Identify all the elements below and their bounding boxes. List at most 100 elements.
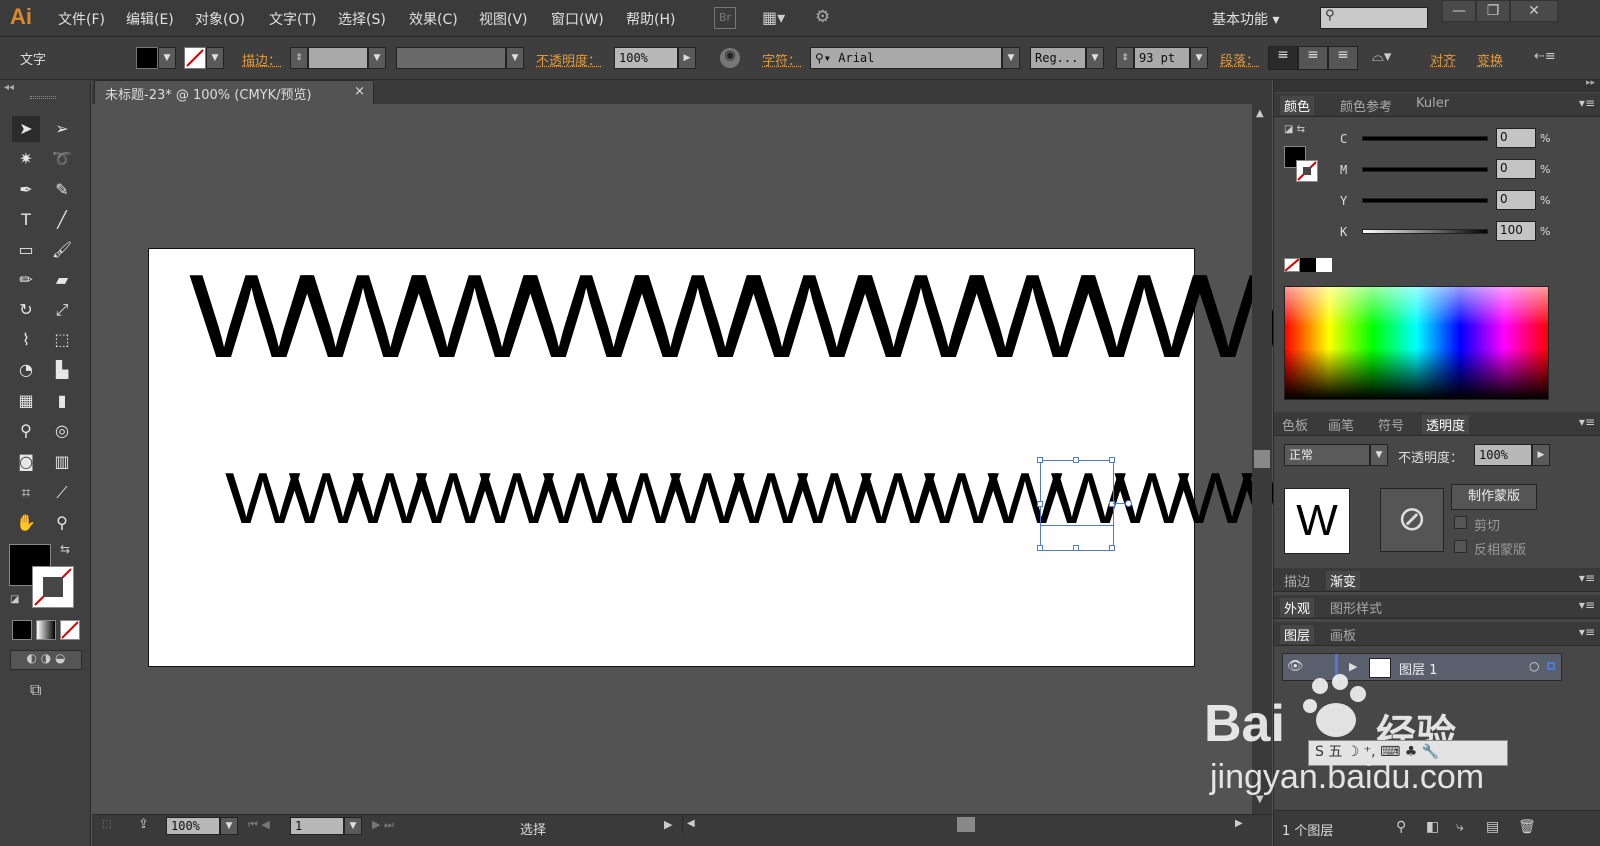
artboard-nav-icon[interactable]: ⬚ — [102, 819, 126, 833]
align-right-icon[interactable]: ≡ — [1328, 46, 1358, 70]
arrange-documents-icon[interactable]: ▦▾ — [762, 8, 796, 28]
quick-swatches[interactable] — [1284, 258, 1332, 272]
channel-c-slider[interactable] — [1362, 136, 1488, 141]
horizontal-scrollbar[interactable]: ◀ ▶ — [682, 815, 1252, 835]
channel-y-value[interactable]: 0 — [1496, 190, 1536, 210]
appearance-menu-icon[interactable]: ▾≡ — [1579, 598, 1595, 612]
transparency-opacity-field[interactable]: 100% — [1474, 444, 1532, 466]
handle-bottom-right[interactable] — [1109, 545, 1115, 551]
channel-y-slider[interactable] — [1362, 198, 1488, 203]
transform-link[interactable]: 变换 — [1477, 50, 1503, 69]
clip-checkbox[interactable] — [1454, 516, 1467, 529]
menu-object[interactable]: 对象(O) — [195, 9, 245, 29]
selection-indicator[interactable] — [1547, 662, 1555, 670]
transparency-menu-icon[interactable]: ▾≡ — [1579, 415, 1595, 429]
tab-graphic-styles[interactable]: 图形样式 — [1330, 598, 1382, 617]
delete-layer-icon[interactable]: 🗑 — [1518, 819, 1536, 835]
fill-dropdown[interactable]: ▼ — [158, 47, 176, 69]
tab-stroke[interactable]: 描边 — [1284, 571, 1310, 590]
gradient-tool-icon[interactable]: ▮ — [48, 388, 76, 414]
tab-appearance[interactable]: 外观 — [1280, 598, 1315, 617]
handle-bottom[interactable] — [1073, 545, 1079, 551]
menu-window[interactable]: 窗口(W) — [551, 9, 604, 29]
selection-bounding-box[interactable] — [1037, 457, 1132, 551]
swap-colors-icon[interactable]: ⇆ — [60, 542, 70, 556]
first-artboard-icon[interactable]: ⏮ ◀ — [248, 818, 270, 832]
stroke-color-box[interactable] — [32, 566, 74, 608]
close-tab-icon[interactable]: × — [354, 84, 365, 99]
blend-mode-select[interactable]: 正常 — [1284, 444, 1370, 466]
gradient-mode-icon[interactable] — [36, 620, 56, 640]
default-colors-icon[interactable]: ◪ — [10, 594, 19, 605]
menu-help[interactable]: 帮助(H) — [626, 9, 675, 29]
menu-edit[interactable]: 编辑(E) — [126, 9, 174, 29]
tab-symbols[interactable]: 符号 — [1378, 415, 1404, 434]
font-family-dropdown[interactable]: ▼ — [1002, 47, 1020, 69]
tab-color-guide[interactable]: 颜色参考 — [1340, 96, 1392, 115]
channel-m-value[interactable]: 0 — [1496, 159, 1536, 179]
free-transform-icon[interactable]: ⬚ — [48, 327, 76, 353]
stroke-weight-stepper[interactable]: ⇕ — [290, 47, 308, 69]
eyedropper-tool-icon[interactable]: ⚲ — [12, 418, 40, 444]
zoom-dropdown[interactable]: ▼ — [220, 817, 238, 835]
slice-tool-icon[interactable]: ⟋ — [48, 480, 76, 506]
make-mask-button[interactable]: 制作蒙版 — [1451, 484, 1537, 510]
none-swatch-icon[interactable] — [1284, 258, 1300, 272]
blend-tool-icon[interactable]: ◎ — [48, 418, 76, 444]
menu-view[interactable]: 视图(V) — [479, 9, 528, 29]
paintbrush-tool-icon[interactable]: 🖌 — [48, 237, 76, 263]
black-swatch[interactable] — [1300, 258, 1316, 272]
restore-button[interactable]: ❐ — [1476, 0, 1510, 22]
stroke-link[interactable]: 描边： — [242, 50, 281, 69]
collapse-icon[interactable]: ◂◂ — [4, 82, 14, 93]
blend-mode-dropdown[interactable]: ▼ — [1370, 444, 1388, 466]
scale-tool-icon[interactable]: ⤢ — [48, 297, 76, 323]
drawing-modes-icon[interactable]: ◐ ◑ ◒ — [10, 650, 82, 670]
workspace-switcher[interactable]: 基本功能 ▾ — [1212, 9, 1279, 29]
align-link[interactable]: 对齐 — [1430, 50, 1456, 69]
handle-top-right[interactable] — [1109, 457, 1115, 463]
tab-gradient[interactable]: 渐变 — [1326, 571, 1361, 590]
font-style-field[interactable]: Reg... — [1030, 47, 1086, 69]
pen-tool-icon[interactable]: ✒ — [12, 177, 40, 203]
line-tool-icon[interactable]: ╱ — [48, 207, 76, 233]
none-mode-icon[interactable] — [60, 620, 80, 640]
tab-kuler[interactable]: Kuler — [1416, 96, 1449, 111]
font-size-field[interactable]: 93 pt — [1134, 47, 1190, 69]
share-icon[interactable]: ⇪ — [138, 817, 149, 832]
artboard-dropdown[interactable]: ▼ — [344, 817, 362, 835]
handle-left[interactable] — [1037, 501, 1043, 507]
zoom-tool-icon[interactable]: ⚲ — [48, 510, 76, 536]
artboard[interactable]: WWWWWWWWWW WWWWWWWWWWWWWWWWWWWW — [148, 248, 1507, 667]
hand-tool-icon[interactable]: ✋ — [12, 510, 40, 536]
perspective-grid-icon[interactable]: ▙ — [48, 357, 76, 383]
bridge-button[interactable]: Br — [714, 7, 736, 29]
status-menu-icon[interactable]: ▶ — [664, 818, 672, 831]
variable-width-dropdown[interactable]: ▼ — [506, 47, 524, 69]
font-family-field[interactable]: ⚲▾ Arial — [810, 47, 1002, 69]
opacity-arrow[interactable]: ▶ — [678, 47, 696, 69]
tab-artboards[interactable]: 画板 — [1330, 625, 1356, 644]
grip-handle[interactable] — [30, 96, 56, 99]
artboard-tool-icon[interactable]: ⌗ — [12, 480, 40, 506]
search-input[interactable]: ⚲ — [1320, 7, 1428, 29]
handle-top[interactable] — [1073, 457, 1079, 463]
text-out-port[interactable] — [1125, 500, 1132, 507]
scroll-up-icon[interactable]: ▲ — [1256, 108, 1264, 119]
variable-width-field[interactable] — [396, 47, 506, 69]
color-panel-menu-icon[interactable]: ▾≡ — [1579, 96, 1595, 110]
handle-right[interactable] — [1109, 501, 1115, 507]
text-line-small[interactable]: WWWWWWWWWWWWWWWWWWWW — [225, 462, 1507, 534]
menu-select[interactable]: 选择(S) — [338, 9, 386, 29]
channel-k-value[interactable]: 100 — [1496, 221, 1536, 241]
menu-effect[interactable]: 效果(C) — [409, 9, 458, 29]
channel-k-slider[interactable] — [1362, 229, 1488, 234]
menu-type[interactable]: 文字(T) — [269, 9, 316, 29]
layers-menu-icon[interactable]: ▾≡ — [1579, 625, 1595, 639]
screen-mode-icon[interactable]: ⧉ — [30, 680, 56, 700]
align-left-icon[interactable]: ≡ — [1268, 46, 1298, 70]
handle-top-left[interactable] — [1037, 457, 1043, 463]
gradient-menu-icon[interactable]: ▾≡ — [1579, 571, 1595, 585]
curvature-pen-icon[interactable]: ✎ — [48, 177, 76, 203]
no-mask-icon[interactable]: ⊘ — [1380, 488, 1444, 552]
